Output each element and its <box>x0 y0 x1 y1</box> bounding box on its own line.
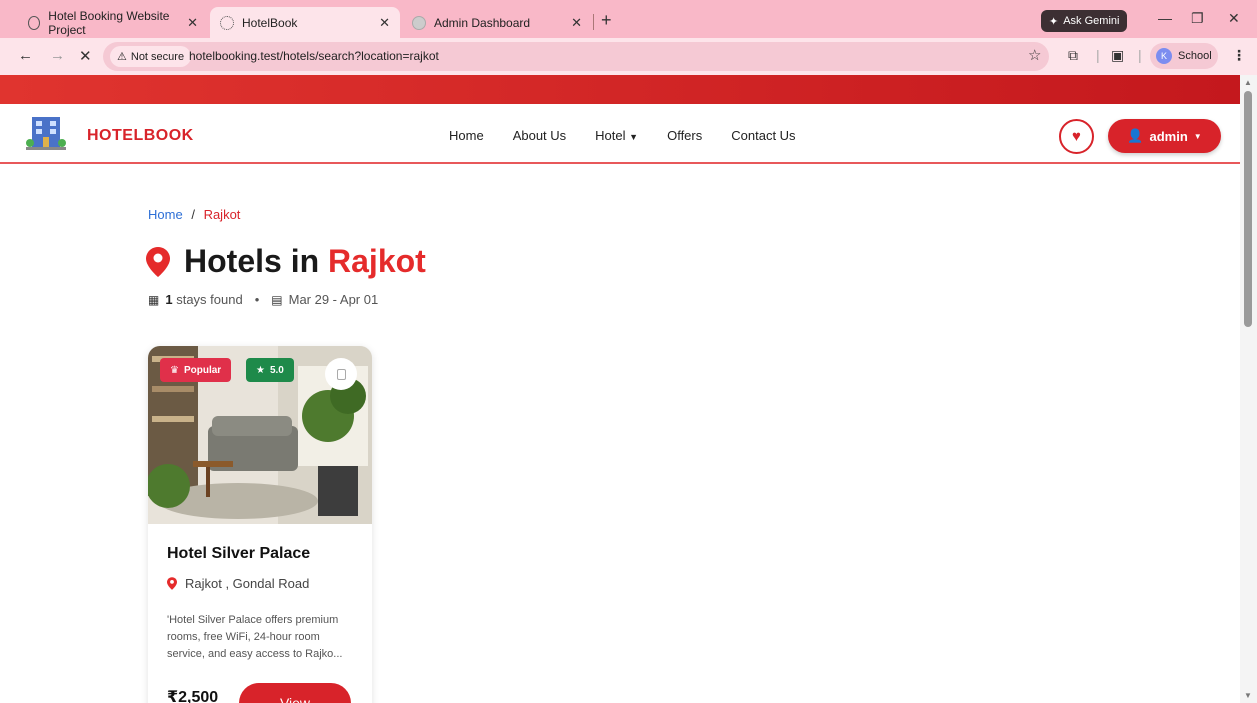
sparkle-icon: ✦ <box>1049 15 1059 28</box>
hotel-description: 'Hotel Silver Palace offers premium room… <box>167 614 343 660</box>
top-red-bar <box>0 75 1240 104</box>
scroll-thumb[interactable] <box>1244 91 1252 327</box>
breadcrumb-current: Rajkot <box>203 207 241 222</box>
breadcrumb: Home / Rajkot <box>148 207 240 222</box>
admin-user-button[interactable]: 👤 admin ▼ <box>1108 119 1221 153</box>
browser-toolbar: ← → ✕ ⚠ Not secure hotelbooking.test/hot… <box>0 38 1257 75</box>
page-scrollbar[interactable]: ▲ ▼ <box>1240 75 1257 703</box>
scroll-down-icon[interactable]: ▼ <box>1244 691 1252 700</box>
hotel-price: ₹2,500 <box>167 689 219 703</box>
extensions-icon[interactable]: ⧉ <box>1068 47 1078 64</box>
back-icon[interactable]: ← <box>18 47 33 64</box>
close-window-icon[interactable]: ✕ <box>1228 10 1240 27</box>
ask-gemini-label: Ask Gemini <box>1063 15 1120 27</box>
not-secure-chip[interactable]: ⚠ Not secure <box>110 46 192 67</box>
date-range: Mar 29 - Apr 01 <box>288 292 379 307</box>
tab-hotelbook[interactable]: HotelBook ✕ <box>210 7 400 38</box>
minimize-icon[interactable]: — <box>1158 10 1172 26</box>
save-hotel-button[interactable] <box>325 358 357 390</box>
hotel-card[interactable]: ♛ Popular ★ 5.0 Hotel Silver Palace Rajk… <box>148 346 372 703</box>
toolbar-divider: | <box>1096 47 1100 63</box>
forward-icon[interactable]: → <box>50 47 65 64</box>
rating-value: 5.0 <box>269 364 284 376</box>
ask-gemini-button[interactable]: ✦ Ask Gemini <box>1041 10 1128 32</box>
restore-icon[interactable]: ❐ <box>1191 10 1204 27</box>
view-hotel-button[interactable]: View <box>239 683 351 703</box>
breadcrumb-separator: / <box>191 207 195 222</box>
nav-contact-us[interactable]: Contact Us <box>731 128 795 143</box>
profile-button[interactable]: K School <box>1150 43 1218 69</box>
map-pin-icon <box>167 577 177 590</box>
bookmark-star-icon[interactable]: ☆ <box>1028 46 1041 64</box>
crown-icon: ♛ <box>170 364 179 376</box>
close-tab-icon[interactable]: ✕ <box>571 15 582 31</box>
close-tab-icon[interactable]: ✕ <box>187 15 198 31</box>
map-pin-icon <box>146 246 170 277</box>
stay-count-suffix: stays found <box>176 292 243 307</box>
page-viewport: HOTELBOOK Home About Us Hotel ▼ Offers C… <box>0 75 1240 703</box>
stop-loading-icon[interactable]: ✕ <box>79 47 92 65</box>
star-icon: ★ <box>256 364 265 376</box>
hotel-building-icon[interactable] <box>26 115 66 151</box>
popular-label: Popular <box>183 364 222 376</box>
nav-offers[interactable]: Offers <box>667 128 702 143</box>
avatar: K <box>1156 48 1172 64</box>
rating-badge: ★ 5.0 <box>246 358 294 382</box>
hotel-location: Rajkot , Gondal Road <box>167 576 309 591</box>
user-icon: 👤 <box>1127 128 1144 143</box>
stay-count: 1 <box>165 292 173 307</box>
tab-label: Admin Dashboard <box>434 15 531 30</box>
hotel-name[interactable]: Hotel Silver Palace <box>167 545 310 563</box>
title-city: Rajkot <box>328 243 426 279</box>
tab-label: Hotel Booking Website Project <box>48 8 170 37</box>
tab-divider <box>593 14 594 30</box>
caret-down-icon: ▼ <box>629 132 639 142</box>
toolbar-divider: | <box>1138 47 1142 63</box>
tab-label: HotelBook <box>242 15 298 30</box>
bookmark-icon <box>336 368 346 380</box>
scroll-up-icon[interactable]: ▲ <box>1244 78 1252 87</box>
breadcrumb-home[interactable]: Home <box>148 207 183 222</box>
globe-icon <box>28 15 41 30</box>
location-text: Rajkot , Gondal Road <box>185 576 310 591</box>
nav-about-us[interactable]: About Us <box>513 128 566 143</box>
reading-list-icon[interactable]: ▣ <box>1111 47 1124 64</box>
loading-icon <box>220 15 234 30</box>
meta-separator: • <box>254 292 260 307</box>
more-menu-icon[interactable]: ⋮ <box>1232 47 1246 64</box>
profile-name: School <box>1178 50 1212 62</box>
page-icon <box>412 15 426 30</box>
results-meta: ▦ 1 stays found • ▤ Mar 29 - Apr 01 <box>148 292 378 307</box>
heart-icon: ♥ <box>1072 128 1081 145</box>
tab-hotel-booking-project[interactable]: Hotel Booking Website Project ✕ <box>18 7 208 38</box>
caret-down-icon: ▼ <box>1193 131 1202 141</box>
title-prefix: Hotels in <box>184 243 320 279</box>
building-icon: ▦ <box>148 292 160 307</box>
address-bar[interactable]: ⚠ Not secure hotelbooking.test/hotels/se… <box>103 42 1049 71</box>
calendar-icon: ▤ <box>271 292 283 307</box>
admin-label: admin <box>1149 128 1188 144</box>
wishlist-button[interactable]: ♥ <box>1059 119 1094 154</box>
nav-home[interactable]: Home <box>449 128 484 143</box>
tab-admin-dashboard[interactable]: Admin Dashboard ✕ <box>402 7 592 38</box>
brand-name[interactable]: HOTELBOOK <box>87 127 194 145</box>
main-menu: Home About Us Hotel ▼ Offers Contact Us <box>449 128 796 143</box>
nav-hotel[interactable]: Hotel ▼ <box>595 128 638 143</box>
popular-badge: ♛ Popular <box>160 358 232 382</box>
site-navbar: HOTELBOOK Home About Us Hotel ▼ Offers C… <box>0 104 1240 164</box>
warning-icon: ⚠ <box>117 51 127 63</box>
url-text[interactable]: hotelbooking.test/hotels/search?location… <box>189 49 439 63</box>
not-secure-label: Not secure <box>130 50 185 63</box>
close-tab-icon[interactable]: ✕ <box>379 15 390 31</box>
nav-hotel-label: Hotel <box>595 128 626 143</box>
browser-tab-strip: Hotel Booking Website Project ✕ HotelBoo… <box>0 0 1257 38</box>
new-tab-button[interactable]: + <box>601 10 612 31</box>
page-title: Hotels in Rajkot <box>146 243 426 280</box>
